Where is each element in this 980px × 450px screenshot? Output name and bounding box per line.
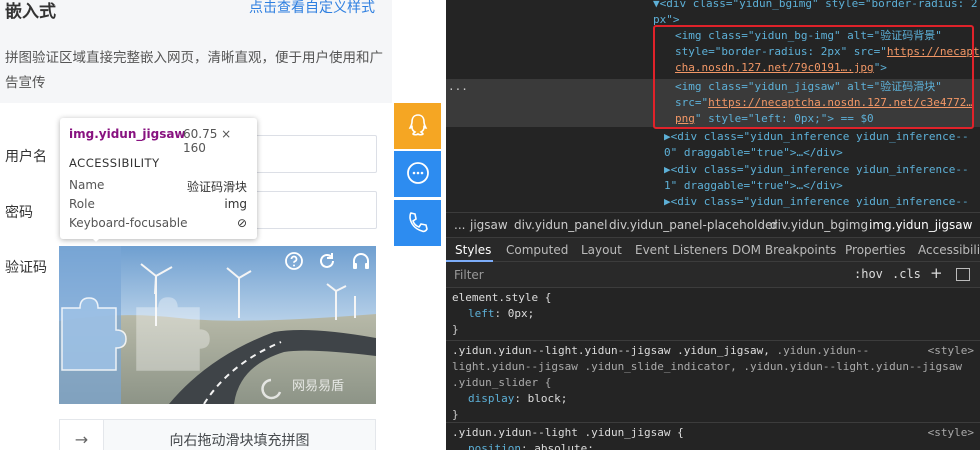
rule-source-link[interactable]: <style>: [928, 425, 974, 441]
slider-handle[interactable]: →: [60, 420, 104, 450]
captcha-slider[interactable]: → 向右拖动滑块填充拼图: [59, 419, 376, 450]
breadcrumb-item[interactable]: div.yidun_panel: [514, 218, 608, 232]
mode-title: 嵌入式: [5, 2, 56, 22]
tooltip-row: Role img: [69, 197, 247, 211]
toggle-sidebar-icon[interactable]: [956, 268, 970, 281]
rule-separator: [446, 422, 980, 423]
dom-line[interactable]: 1" draggable="true">…</div>: [446, 178, 980, 194]
rule-declaration[interactable]: display: block;: [446, 391, 980, 407]
dom-line[interactable]: ▶<div class="yidun_inference yidun_infer…: [446, 162, 980, 178]
password-label: 密码: [5, 205, 33, 221]
captcha-label: 验证码: [5, 260, 47, 276]
rule-selector-cont: .yidun_slider {: [452, 376, 552, 389]
style-rule-position: .yidun.yidun--light .yidun_jigsaw {<styl…: [446, 425, 980, 450]
hov-toggle[interactable]: :hov: [854, 267, 883, 281]
rule-selector[interactable]: .yidun.yidun--light.yidun--jigsaw .yidun…: [446, 343, 980, 359]
demo-page: 嵌入式 点击查看自定义样式 拼图验证区域直接完整嵌入网页，清晰直观，便于用户使用…: [0, 0, 392, 450]
rule-selector[interactable]: element.style {: [446, 290, 980, 306]
tooltip-row: Name 验证码滑块: [69, 178, 247, 194]
chat-icon[interactable]: [394, 151, 441, 197]
tab-event-listeners[interactable]: Event Listeners: [635, 243, 728, 257]
help-icon[interactable]: [283, 250, 305, 272]
refresh-icon[interactable]: [316, 250, 338, 272]
screen: 嵌入式 点击查看自定义样式 拼图验证区域直接完整嵌入网页，清晰直观，便于用户使用…: [0, 0, 980, 450]
breadcrumb-item[interactable]: div.yidun_bgimg: [770, 218, 868, 232]
dom-line[interactable]: ▶<div class="yidun_inference yidun_infer…: [446, 194, 980, 210]
breadcrumb-item[interactable]: div.yidun_panel-placeholder: [609, 218, 777, 232]
new-rule-button[interactable]: +: [930, 264, 943, 282]
tooltip-selector: img.yidun_jigsaw: [69, 127, 186, 141]
tooltip-dimensions: 60.75 × 160: [183, 127, 232, 155]
tab-properties[interactable]: Properties: [845, 243, 906, 257]
breadcrumb-item[interactable]: jigsaw: [470, 218, 508, 232]
breadcrumb-item[interactable]: ...: [454, 218, 465, 232]
tab-styles[interactable]: Styles: [455, 243, 491, 257]
rule-separator: [446, 340, 980, 341]
style-rule-display: .yidun.yidun--light.yidun--jigsaw .yidun…: [446, 343, 980, 423]
tab-dom-breakpoints[interactable]: DOM Breakpoints: [732, 243, 836, 257]
styles-filter-bar: Filter :hov .cls +: [446, 262, 980, 288]
dom-line[interactable]: ▼<div class="yidun_bgimg" style="border-…: [446, 0, 980, 12]
tooltip-heading: ACCESSIBILITY: [69, 156, 160, 170]
rule-close: }: [452, 323, 459, 336]
rule-declaration[interactable]: position: absolute;: [446, 441, 980, 450]
breadcrumb-item-active[interactable]: img.yidun_jigsaw: [869, 218, 972, 232]
tooltip-row: Keyboard-focusable ⊘: [69, 216, 247, 230]
rule-selector[interactable]: .yidun.yidun--light .yidun_jigsaw {<styl…: [446, 425, 980, 441]
phone-icon[interactable]: [394, 200, 441, 246]
filter-input[interactable]: Filter: [454, 268, 484, 282]
tab-computed[interactable]: Computed: [506, 243, 568, 257]
audio-icon[interactable]: [350, 250, 372, 272]
rule-selector-cont: light.yidun--jigsaw .yidun_slide_indicat…: [452, 360, 962, 373]
custom-style-link[interactable]: 点击查看自定义样式: [249, 0, 375, 17]
floating-contact-bar: [394, 103, 441, 248]
qq-icon[interactable]: [394, 103, 441, 149]
watermark-text: 网易易盾: [292, 379, 344, 394]
mode-description: 拼图验证区域直接完整嵌入网页，清晰直观，便于用户使用和广告宣传: [5, 50, 383, 91]
dom-line[interactable]: ▶<div class="yidun_inference yidun_infer…: [446, 129, 980, 145]
styles-tabbar: Styles Computed Layout Event Listeners D…: [446, 237, 980, 262]
rule-close: }: [452, 408, 459, 421]
rule-source-link[interactable]: <style>: [928, 343, 974, 359]
dom-line[interactable]: 0" draggable="true">…</div>: [446, 145, 980, 161]
inspect-tooltip: img.yidun_jigsaw 60.75 × 160 ACCESSIBILI…: [60, 118, 257, 242]
cls-toggle[interactable]: .cls: [892, 267, 921, 281]
rule-declaration[interactable]: left: 0px;: [446, 306, 980, 322]
username-label: 用户名: [5, 149, 47, 165]
style-rule-element: element.style { left: 0px; }: [446, 290, 980, 338]
dom-breadcrumb: ... jigsaw div.yidun_panel div.yidun_pan…: [446, 212, 980, 237]
slider-hint-text: 向右拖动滑块填充拼图: [169, 433, 310, 449]
highlight-annotation-box: [653, 25, 974, 129]
tab-accessibility[interactable]: Accessibility: [918, 243, 980, 257]
tab-layout[interactable]: Layout: [581, 243, 622, 257]
